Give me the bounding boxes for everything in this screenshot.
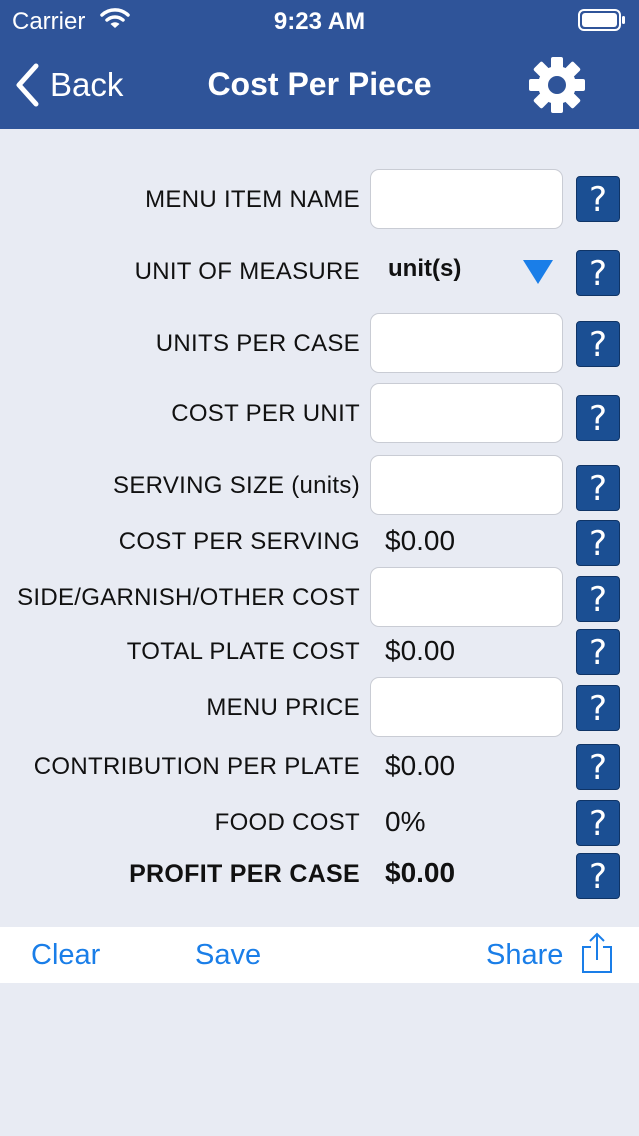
units-per-case-help-button[interactable]: ? [576, 321, 620, 367]
total-plate-cost-label: TOTAL PLATE COST [126, 638, 360, 665]
share-icon[interactable] [580, 932, 614, 974]
serving-size-input[interactable] [370, 455, 563, 515]
side-garnish-other-cost-help-button[interactable]: ? [576, 576, 620, 622]
total-plate-cost-value: $0.00 [385, 635, 456, 666]
battery-icon [578, 9, 625, 31]
status-bar: Carrier 9:23 AM [0, 0, 639, 44]
cost-per-piece-form: MENU ITEM NAME ? UNIT OF MEASURE unit(s)… [0, 129, 639, 927]
cost-per-serving-label: COST PER SERVING [118, 528, 360, 555]
cost-per-unit-help-button[interactable]: ? [576, 395, 620, 441]
clear-button[interactable]: Clear [31, 939, 100, 972]
menu-item-name-label: MENU ITEM NAME [145, 186, 360, 213]
top-bar: Carrier 9:23 AM Back Cost Per Piece [0, 0, 639, 129]
units-per-case-label: UNITS PER CASE [155, 330, 360, 357]
menu-price-label: MENU PRICE [206, 694, 360, 721]
profit-per-case-help-button[interactable]: ? [576, 853, 620, 899]
menu-price-input[interactable] [370, 677, 563, 737]
food-cost-value: 0% [385, 806, 426, 837]
gear-icon[interactable] [528, 56, 586, 114]
cost-per-serving-help-button[interactable]: ? [576, 520, 620, 566]
profit-per-case-value: $0.00 [385, 857, 456, 888]
bottom-toolbar: Clear Save Share [0, 927, 639, 983]
share-button[interactable]: Share [486, 939, 563, 972]
cost-per-unit-label: COST PER UNIT [171, 400, 360, 427]
cost-per-serving-value: $0.00 [385, 525, 456, 556]
side-garnish-other-cost-input[interactable] [370, 567, 563, 627]
unit-of-measure-help-button[interactable]: ? [576, 250, 620, 296]
total-plate-cost-help-button[interactable]: ? [576, 629, 620, 675]
contribution-per-plate-help-button[interactable]: ? [576, 744, 620, 790]
serving-size-label: SERVING SIZE (units) [113, 472, 360, 499]
contribution-per-plate-label: CONTRIBUTION PER PLATE [33, 753, 360, 780]
triangle-down-icon[interactable] [522, 259, 554, 285]
menu-price-help-button[interactable]: ? [576, 685, 620, 731]
menu-item-name-input[interactable] [370, 169, 563, 229]
food-cost-help-button[interactable]: ? [576, 800, 620, 846]
cost-per-unit-input[interactable] [370, 383, 563, 443]
food-cost-label: FOOD COST [214, 809, 360, 836]
menu-item-name-help-button[interactable]: ? [576, 176, 620, 222]
side-garnish-other-cost-label: SIDE/GARNISH/OTHER COST [17, 584, 360, 611]
unit-of-measure-label: UNIT OF MEASURE [134, 258, 360, 285]
save-button[interactable]: Save [195, 939, 261, 972]
profit-per-case-label: PROFIT PER CASE [129, 860, 360, 888]
contribution-per-plate-value: $0.00 [385, 750, 456, 781]
serving-size-help-button[interactable]: ? [576, 465, 620, 511]
clock-time: 9:23 AM [273, 8, 366, 35]
units-per-case-input[interactable] [370, 313, 563, 373]
unit-of-measure-select[interactable]: unit(s) [388, 255, 461, 283]
navigation-bar: Back Cost Per Piece [0, 44, 639, 129]
